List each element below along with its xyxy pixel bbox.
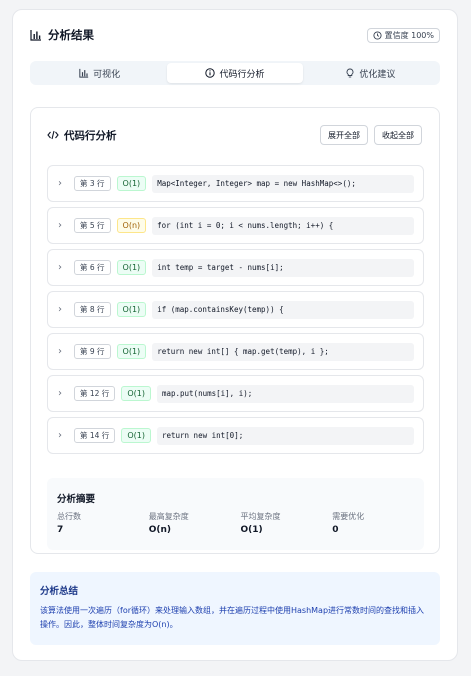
analysis-summary: 分析摘要 总行数 7 最高复杂度 O(n) 平均复杂度 O(1) 需要优化 0 — [47, 478, 424, 550]
collapse-all-button[interactable]: 收起全部 — [374, 125, 422, 145]
code-line-row[interactable]: › 第 5 行 O(n) for (int i = 0; i < nums.le… — [47, 207, 424, 244]
code-snippet: for (int i = 0; i < nums.length; i++) { — [152, 216, 414, 235]
code-snippet: return new int[0]; — [156, 426, 414, 445]
line-number-badge: 第 3 行 — [74, 176, 111, 191]
complexity-badge: O(1) — [116, 302, 147, 317]
line-number-badge: 第 14 行 — [74, 428, 116, 443]
bar-chart-icon — [30, 29, 42, 41]
code-snippet: if (map.containsKey(temp)) { — [152, 300, 414, 319]
stat-max-complexity: 最高复杂度 O(n) — [149, 511, 241, 535]
stat-value: O(1) — [240, 525, 263, 535]
conclusion-title: 分析总结 — [40, 586, 79, 597]
line-number-badge: 第 9 行 — [74, 344, 111, 359]
stat-value: O(n) — [148, 525, 172, 535]
code-line-row[interactable]: › 第 9 行 O(1) return new int[] { map.get(… — [47, 333, 424, 370]
tab-label: 代码行分析 — [219, 69, 265, 80]
info-icon — [205, 68, 216, 78]
code-line-row[interactable]: › 第 3 行 O(1) Map<Integer, Integer> map =… — [47, 165, 424, 202]
stat-needs-optimization: 需要优化 0 — [332, 511, 424, 535]
code-line-row[interactable]: › 第 12 行 O(1) map.put(nums[i], i); — [47, 375, 424, 412]
analysis-result-card: 分析结果 置信度 100% 可视化 代码行分析 优化建议 代码行分析 展开全部 … — [12, 9, 458, 661]
chevron-right-icon[interactable]: › — [58, 178, 70, 189]
code-line-row[interactable]: › 第 14 行 O(1) return new int[0]; — [47, 417, 424, 454]
tab-bar: 可视化 代码行分析 优化建议 — [30, 61, 440, 85]
line-number-badge: 第 8 行 — [74, 302, 111, 317]
summary-stats: 总行数 7 最高复杂度 O(n) 平均复杂度 O(1) 需要优化 0 — [57, 511, 424, 535]
code-line-list: › 第 3 行 O(1) Map<Integer, Integer> map =… — [47, 165, 424, 459]
complexity-badge: O(1) — [121, 386, 151, 401]
panel-actions: 展开全部 收起全部 — [320, 125, 422, 145]
stat-label: 总行数 — [57, 512, 81, 521]
header: 分析结果 置信度 100% — [30, 26, 440, 44]
panel-header: 代码行分析 展开全部 收起全部 — [47, 124, 422, 146]
code-icon — [47, 130, 59, 140]
code-snippet: Map<Integer, Integer> map = new HashMap<… — [152, 174, 414, 193]
line-number-badge: 第 5 行 — [74, 218, 111, 233]
tab-label: 优化建议 — [359, 69, 396, 80]
line-analysis-panel: 代码行分析 展开全部 收起全部 › 第 3 行 O(1) Map<Integer… — [30, 107, 440, 554]
stat-avg-complexity: 平均复杂度 O(1) — [241, 511, 333, 535]
panel-title-wrap: 代码行分析 — [47, 128, 117, 143]
summary-title: 分析摘要 — [57, 494, 96, 505]
stat-label: 平均复杂度 — [240, 512, 281, 521]
code-line-row[interactable]: › 第 8 行 O(1) if (map.containsKey(temp)) … — [47, 291, 424, 328]
chevron-right-icon[interactable]: › — [58, 346, 70, 357]
complexity-badge: O(1) — [116, 260, 147, 275]
confidence-badge: 置信度 100% — [366, 27, 440, 43]
chevron-right-icon[interactable]: › — [58, 430, 70, 441]
complexity-badge: O(1) — [116, 344, 147, 359]
line-number-badge: 第 6 行 — [74, 260, 111, 275]
complexity-badge: O(n) — [116, 218, 147, 233]
chevron-right-icon[interactable]: › — [58, 304, 70, 315]
stat-value: 7 — [57, 525, 64, 535]
confidence-label: 置信度 100% — [384, 30, 434, 40]
code-snippet: return new int[] { map.get(temp), i }; — [152, 342, 414, 361]
tab-visualization[interactable]: 可视化 — [32, 63, 167, 83]
stat-label: 最高复杂度 — [148, 512, 189, 521]
bar-chart-icon — [79, 68, 89, 78]
tab-optimization[interactable]: 优化建议 — [303, 63, 438, 83]
code-snippet: int temp = target - nums[i]; — [152, 258, 414, 277]
complexity-badge: O(1) — [116, 176, 147, 191]
tab-label: 可视化 — [93, 69, 121, 80]
tab-line-analysis[interactable]: 代码行分析 — [167, 63, 303, 83]
stat-label: 需要优化 — [332, 512, 365, 521]
chevron-right-icon[interactable]: › — [58, 220, 70, 231]
stat-total-lines: 总行数 7 — [57, 511, 149, 535]
expand-all-button[interactable]: 展开全部 — [320, 125, 368, 145]
page-title: 分析结果 — [48, 28, 94, 42]
clock-icon — [373, 30, 382, 40]
complexity-badge: O(1) — [121, 428, 151, 443]
code-line-row[interactable]: › 第 6 行 O(1) int temp = target - nums[i]… — [47, 249, 424, 286]
chevron-right-icon[interactable]: › — [58, 262, 70, 273]
panel-title: 代码行分析 — [64, 129, 117, 142]
title-wrap: 分析结果 — [30, 27, 94, 43]
code-snippet: map.put(nums[i], i); — [156, 384, 414, 403]
chevron-right-icon[interactable]: › — [58, 388, 70, 399]
line-number-badge: 第 12 行 — [74, 386, 116, 401]
conclusion-text: 该算法使用一次遍历（for循环）来处理输入数组，并在遍历过程中使用HashMap… — [40, 606, 425, 629]
stat-value: 0 — [332, 525, 339, 535]
analysis-conclusion: 分析总结 该算法使用一次遍历（for循环）来处理输入数组，并在遍历过程中使用Ha… — [30, 572, 440, 645]
lightbulb-icon — [345, 68, 355, 78]
